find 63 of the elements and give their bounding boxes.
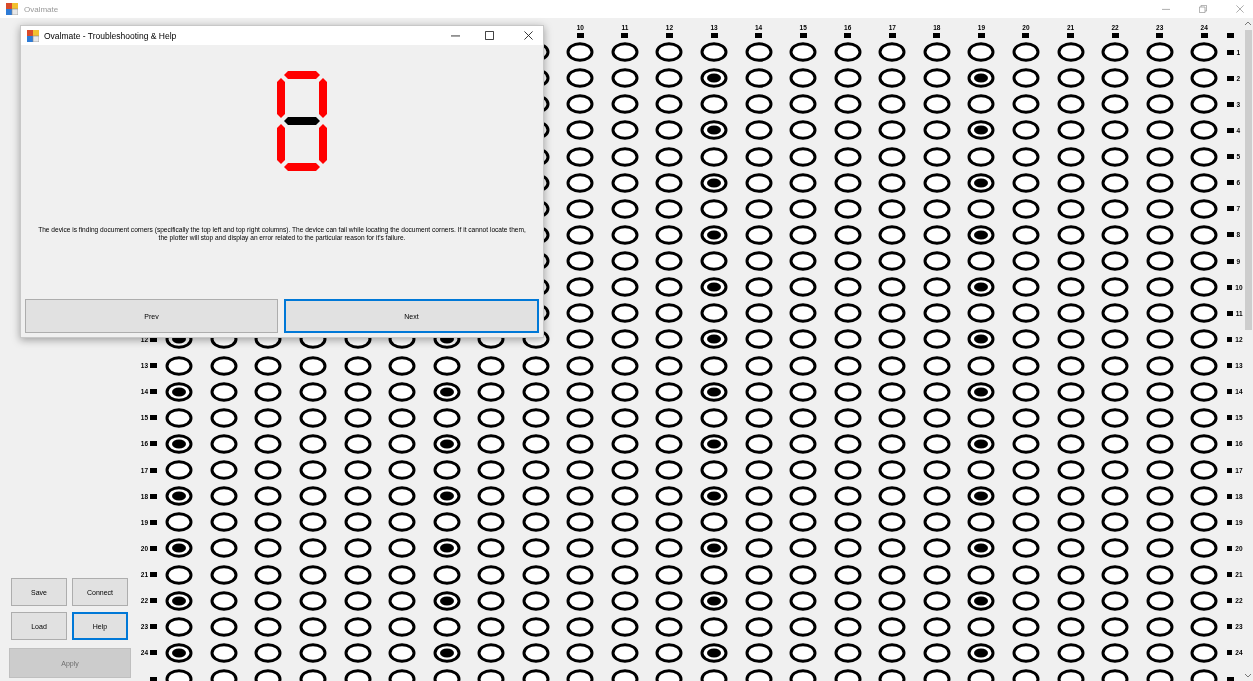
marker-square bbox=[150, 650, 157, 656]
marker-square bbox=[1111, 33, 1119, 38]
marker-square bbox=[1226, 258, 1234, 264]
marker-square bbox=[150, 467, 157, 473]
marker-square bbox=[1226, 33, 1234, 38]
scroll-up-icon[interactable] bbox=[1244, 20, 1252, 26]
marker-square bbox=[150, 519, 157, 525]
marker-square bbox=[1226, 415, 1233, 421]
marker-square bbox=[150, 389, 157, 395]
marker-square bbox=[888, 33, 896, 38]
marker-square bbox=[1226, 545, 1233, 551]
marker-square bbox=[1226, 206, 1234, 212]
marker-square bbox=[1226, 572, 1233, 578]
marker-square bbox=[933, 33, 941, 38]
app-icon bbox=[6, 3, 18, 15]
window-title: Ovalmate bbox=[24, 4, 59, 14]
close-icon[interactable] bbox=[524, 31, 533, 40]
marker-square bbox=[1226, 310, 1233, 316]
marker-square bbox=[1226, 284, 1233, 290]
marker-square bbox=[1226, 154, 1234, 160]
marker-square bbox=[1200, 33, 1208, 38]
marker-square bbox=[576, 33, 584, 38]
marker-square bbox=[1226, 101, 1234, 107]
marker-square bbox=[1226, 676, 1234, 681]
marker-square bbox=[1226, 389, 1233, 395]
marker-square bbox=[150, 415, 157, 421]
marker-square bbox=[1226, 650, 1233, 656]
marker-square bbox=[1226, 180, 1234, 186]
marker-square bbox=[1226, 598, 1233, 604]
app-icon bbox=[27, 29, 39, 42]
marker-square bbox=[150, 572, 157, 578]
marker-square bbox=[799, 33, 807, 38]
scroll-down-icon[interactable] bbox=[1244, 673, 1252, 679]
marker-square bbox=[1226, 467, 1233, 473]
marker-square bbox=[1156, 33, 1164, 38]
marker-square bbox=[710, 33, 718, 38]
marker-square bbox=[150, 676, 157, 681]
maximize-icon[interactable] bbox=[485, 31, 494, 40]
dialog-title: Ovalmate - Troubleshooting & Help bbox=[44, 30, 177, 41]
marker-square bbox=[844, 33, 852, 38]
marker-square bbox=[1226, 363, 1233, 369]
marker-square bbox=[1226, 49, 1234, 55]
marker-square bbox=[977, 33, 985, 38]
marker-square bbox=[1226, 75, 1234, 81]
marker-square bbox=[150, 624, 157, 630]
marker-square bbox=[1226, 519, 1233, 525]
scrollbar-thumb[interactable] bbox=[1244, 30, 1252, 330]
marker-square bbox=[1226, 232, 1234, 238]
marker-square bbox=[150, 545, 157, 551]
marker-square bbox=[150, 493, 157, 499]
marker-square bbox=[1226, 493, 1233, 499]
marker-square bbox=[1226, 441, 1233, 447]
marker-square bbox=[755, 33, 763, 38]
marker-square bbox=[1226, 336, 1233, 342]
marker-square bbox=[1226, 624, 1233, 630]
marker-square bbox=[1067, 33, 1075, 38]
marker-square bbox=[1226, 127, 1234, 133]
marker-square bbox=[150, 441, 157, 447]
marker-square bbox=[1022, 33, 1030, 38]
marker-square bbox=[665, 33, 673, 38]
marker-square bbox=[150, 363, 157, 369]
marker-square bbox=[621, 33, 629, 38]
marker-square bbox=[150, 598, 157, 604]
